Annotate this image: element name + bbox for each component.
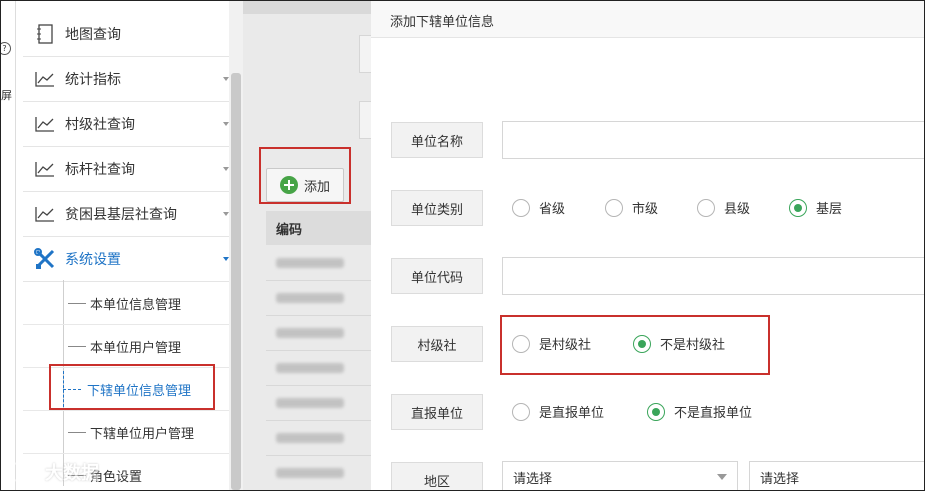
dialog-title: 添加下辖单位信息 <box>390 15 495 30</box>
sidebar-item-system-settings[interactable]: 系统设置 <box>23 237 231 282</box>
sidebar-subitem-label: 本单位用户管理 <box>90 340 182 356</box>
table-row[interactable] <box>266 316 371 351</box>
radio-unit-type-province[interactable]: 省级 <box>512 198 565 217</box>
watermark-text: 大数据 <box>45 463 99 484</box>
table-row[interactable] <box>266 456 371 490</box>
radio-label: 县级 <box>724 202 751 217</box>
watermark: 大数据 <box>7 459 99 485</box>
sidebar-item-village-query[interactable]: 村级社查询 <box>23 102 231 147</box>
table-row[interactable] <box>266 246 371 281</box>
blurred-cell <box>276 398 344 408</box>
line-chart-icon <box>34 204 56 224</box>
sidebar-item-label: 地图查询 <box>65 27 121 43</box>
sidebar-subitem-label: 下辖单位用户管理 <box>90 426 195 442</box>
sidebar-subitem-own-unit-info[interactable]: 本单位信息管理 <box>23 282 231 325</box>
blurred-cell <box>276 328 344 338</box>
blurred-cell <box>276 363 344 373</box>
line-chart-icon <box>34 159 56 179</box>
sidebar: 地图查询 统计指标 村级社查询 标杆社查询 贫困县基层社查询 系统设置 本单位信… <box>23 1 232 490</box>
unit-code-label: 单位代码 <box>391 258 483 294</box>
radio-circle-icon <box>512 402 530 421</box>
radio-label: 省级 <box>539 202 566 217</box>
radio-label: 市级 <box>632 202 659 217</box>
sidebar-item-label: 系统设置 <box>65 252 121 268</box>
radio-label: 是直报单位 <box>539 406 605 421</box>
main-topbar <box>243 1 371 14</box>
highlight-box-sidebar <box>49 364 215 410</box>
sidebar-scrollbar-thumb[interactable] <box>231 73 241 490</box>
dialog-title-bar: 添加下辖单位信息 <box>371 1 924 38</box>
sidebar-subitem-sub-unit-users[interactable]: 下辖单位用户管理 <box>23 411 231 454</box>
notebook-icon <box>34 24 56 44</box>
unit-name-label: 单位名称 <box>391 122 483 158</box>
unit-code-input[interactable] <box>502 257 924 295</box>
region-select-2-value: 请选择 <box>760 471 800 487</box>
radio-label: 基层 <box>816 202 843 217</box>
blurred-cell <box>276 258 344 268</box>
line-chart-icon <box>34 114 56 134</box>
add-sub-unit-dialog: 添加下辖单位信息 单位名称 单位类别 省级 市级 县级 基层 单位代码 村级社 … <box>371 1 924 490</box>
blurred-cell <box>276 293 344 303</box>
table-row[interactable] <box>266 281 371 316</box>
app-window: ? 屏 地图查询 统计指标 村级社查询 标杆社查询 贫困县基层社查询 系统设置 … <box>0 0 925 491</box>
highlight-box-add <box>259 147 351 204</box>
direct-report-label: 直报单位 <box>391 394 483 430</box>
unit-name-input[interactable] <box>502 121 924 159</box>
table-row[interactable] <box>266 421 371 456</box>
sidebar-subitem-label: 本单位信息管理 <box>90 297 182 313</box>
region-select-2[interactable]: 请选择 <box>749 461 924 490</box>
radio-circle-icon <box>512 198 530 217</box>
sidebar-item-label: 标杆社查询 <box>65 162 135 178</box>
tools-icon <box>34 248 56 269</box>
sidebar-subitem-own-unit-users[interactable]: 本单位用户管理 <box>23 325 231 368</box>
sidebar-item-benchmark-query[interactable]: 标杆社查询 <box>23 147 231 192</box>
table-row[interactable] <box>266 386 371 421</box>
radio-is-direct-report[interactable]: 是直报单位 <box>512 402 604 421</box>
radio-not-direct-report[interactable]: 不是直报单位 <box>647 402 752 421</box>
table-row[interactable] <box>266 351 371 386</box>
radio-unit-type-grassroots[interactable]: 基层 <box>789 198 842 217</box>
watermark-logo-icon <box>7 461 41 483</box>
sidebar-item-label: 贫困县基层社查询 <box>65 207 177 223</box>
sidebar-item-stat-index[interactable]: 统计指标 <box>23 57 231 102</box>
unit-type-label: 单位类别 <box>391 190 483 226</box>
blurred-cell <box>276 468 344 478</box>
region-label: 地区 <box>391 462 483 490</box>
region-select-1-value: 请选择 <box>513 471 553 487</box>
region-select-1[interactable]: 请选择 <box>502 461 738 490</box>
radio-selected-icon <box>789 198 807 217</box>
line-chart-icon <box>34 69 56 89</box>
radio-circle-icon <box>605 198 623 217</box>
sidebar-item-poor-county-query[interactable]: 贫困县基层社查询 <box>23 192 231 237</box>
radio-selected-icon <box>647 402 665 421</box>
sidebar-item-label: 统计指标 <box>65 72 121 88</box>
table-header: 编码 <box>266 211 371 245</box>
highlight-box-village <box>500 315 770 375</box>
sidebar-item-map-query[interactable]: 地图查询 <box>23 12 231 57</box>
chevron-down-icon <box>717 474 727 480</box>
radio-unit-type-county[interactable]: 县级 <box>697 198 750 217</box>
help-circle-icon[interactable]: ? <box>1 42 11 55</box>
village-coop-label: 村级社 <box>391 326 483 362</box>
left-strip: ? 屏 <box>1 1 16 490</box>
sidebar-item-label: 村级社查询 <box>65 117 135 133</box>
radio-label: 不是直报单位 <box>674 406 753 421</box>
column-header-code: 编码 <box>276 222 303 238</box>
radio-unit-type-city[interactable]: 市级 <box>605 198 658 217</box>
side-tab-label[interactable]: 屏 <box>1 87 12 103</box>
blurred-cell <box>276 433 344 443</box>
radio-circle-icon <box>697 198 715 217</box>
